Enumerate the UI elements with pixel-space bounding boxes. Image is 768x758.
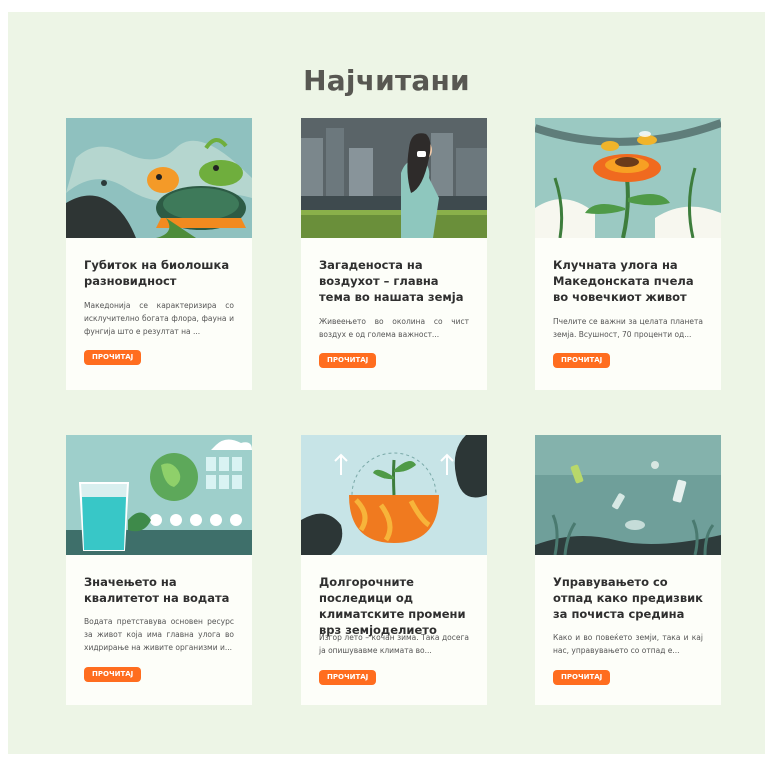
read-button[interactable]: ПРОЧИТАЈ [553,353,611,368]
article-card-bee[interactable]: Клучната улога на Македонската пчела во … [535,118,721,390]
air-pollution-illustration[interactable] [301,118,487,238]
article-excerpt: Како и во повеќето земји, така и кај нас… [553,633,703,655]
article-excerpt: Живеењето во околина со чист воздух е од… [319,317,469,339]
earth-plant-illustration[interactable] [301,435,487,555]
section-title: Најчитани [303,64,470,97]
article-title[interactable]: Значењето на квалитетот на водата [84,574,236,606]
article-card-waste[interactable]: Управувањето со отпад како предизвик за … [535,435,721,705]
article-title[interactable]: Управувањето со отпад како предизвик за … [553,574,705,622]
ocean-waste-illustration[interactable] [535,435,721,555]
article-card-climate[interactable]: Долгорочните последици од климатските пр… [301,435,487,705]
article-excerpt: Водата претставува основен ресурс за жив… [84,617,234,652]
read-button[interactable]: ПРОЧИТАЈ [319,670,377,685]
article-excerpt: Изгор лето – кочан зима. Така досега ја … [319,633,469,655]
article-title[interactable]: Клучната улога на Македонската пчела во … [553,257,705,305]
most-read-section: Најчитани Губиток на биолошка разновидно… [8,12,765,754]
article-title[interactable]: Загаденоста на воздухот – главна тема во… [319,257,471,305]
article-title[interactable]: Губиток на биолошка разновидност [84,257,236,289]
turtle-illustration[interactable] [66,118,252,238]
article-excerpt: Македонија се карактеризира со исклучите… [84,301,234,336]
article-excerpt: Пчелите се важни за целата планета земја… [553,317,703,339]
article-card-air-pollution[interactable]: Загаденоста на воздухот – главна тема во… [301,118,487,390]
bee-flower-illustration[interactable] [535,118,721,238]
article-card-biodiversity[interactable]: Губиток на биолошка разновидност Македон… [66,118,252,390]
read-button[interactable]: ПРОЧИТАЈ [553,670,611,685]
read-button[interactable]: ПРОЧИТАЈ [319,353,377,368]
article-card-water[interactable]: Значењето на квалитетот на водата Водата… [66,435,252,705]
read-button[interactable]: ПРОЧИТАЈ [84,350,142,365]
water-glass-illustration[interactable] [66,435,252,555]
article-title[interactable]: Долгорочните последици од климатските пр… [319,574,471,638]
read-button[interactable]: ПРОЧИТАЈ [84,667,142,682]
